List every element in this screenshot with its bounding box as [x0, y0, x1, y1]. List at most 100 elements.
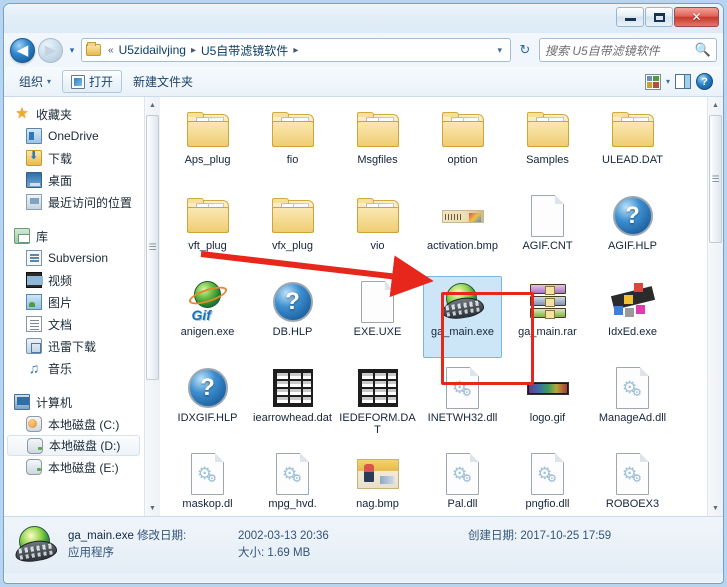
new-folder-button[interactable]: 新建文件夹 [124, 70, 202, 93]
sidebar-item-drive-e[interactable]: 本地磁盘 (E:) [4, 456, 144, 478]
file-item[interactable]: logo.gif [505, 361, 590, 447]
breadcrumb[interactable]: « U5zidailvjing ▸ U5自带滤镜软件 ▸ ▾ [81, 38, 511, 62]
file-name-label: IEDEFORM.DAT [339, 412, 416, 436]
file-item-selected[interactable]: ga_main.exe [420, 275, 505, 361]
details-row-2: 应用程序 大小: 1.69 MB [68, 545, 611, 562]
address-dropdown-icon[interactable]: ▾ [491, 45, 508, 56]
file-item[interactable]: iearrowhead.dat [250, 361, 335, 447]
open-button[interactable]: 打开 [62, 70, 123, 93]
details-row-1: ga_main.exe 修改日期: 2002-03-13 20:36 创建日期:… [68, 528, 611, 545]
sidebar-item-label: 迅雷下载 [48, 339, 97, 354]
details-file-type: 应用程序 [68, 547, 114, 559]
sidebar-group-computer[interactable]: 计算机 [4, 391, 144, 413]
file-name-label: vft_plug [188, 240, 227, 252]
file-list-scrollbar[interactable]: ▲ ☰ ▼ [707, 97, 723, 516]
file-name-label: EXE.UXE [353, 326, 402, 338]
file-item[interactable]: ⚙ ⚙ maskop.dl [165, 447, 250, 516]
view-chevron-down-icon[interactable]: ▾ [666, 77, 670, 86]
organize-button[interactable]: 组织 ▾ [10, 70, 60, 93]
change-view-icon[interactable] [644, 73, 661, 90]
file-item[interactable]: IEDEFORM.DAT [335, 361, 420, 447]
navigation-pane: ★ 收藏夹 OneDrive 下载 桌面 最近访问的位置 [4, 97, 144, 516]
sidebar-item-downloads[interactable]: 下载 [4, 147, 144, 169]
sidebar-item-xunlei[interactable]: 迅雷下载 [4, 335, 144, 357]
file-item[interactable]: vft_plug [165, 189, 250, 275]
sidebar-item-label: OneDrive [48, 129, 99, 143]
file-list[interactable]: Aps_plug fio Msgfiles option Samples ULEAD.DA… [160, 97, 707, 516]
breadcrumb-overflow[interactable]: « [105, 45, 117, 56]
maximize-button[interactable] [645, 7, 673, 27]
file-item[interactable]: ? IDXGIF.HLP [165, 361, 250, 447]
file-name-label: ULEAD.DAT [602, 154, 663, 166]
sidebar-item-label: 本地磁盘 (D:) [49, 439, 121, 453]
file-item[interactable]: ? DB.HLP [250, 275, 335, 361]
forward-button[interactable]: ▶ [38, 37, 63, 63]
refresh-button[interactable]: ↻ [514, 42, 536, 58]
scroll-up-icon[interactable]: ▲ [708, 97, 723, 113]
sidebar-group-libraries[interactable]: 库 [4, 225, 144, 247]
file-item[interactable]: AGIF.CNT [505, 189, 590, 275]
close-button[interactable]: ✕ [674, 7, 719, 27]
file-item[interactable]: fio [250, 103, 335, 189]
breadcrumb-separator-1[interactable]: ▸ [290, 45, 301, 56]
scrollbar-thumb[interactable]: ☰ [146, 115, 159, 380]
help-icon[interactable]: ? [696, 73, 713, 90]
file-item[interactable]: ? AGIF.HLP [590, 189, 675, 275]
sidebar-item-music[interactable]: ♫ 音乐 [4, 357, 144, 379]
file-item[interactable]: ⚙ ⚙ INETWH32.dll [420, 361, 505, 447]
file-item[interactable]: ⚙ ⚙ ROBOEX3 [590, 447, 675, 516]
new-folder-label: 新建文件夹 [133, 75, 194, 89]
file-item[interactable]: vfx_plug [250, 189, 335, 275]
file-name-label: Msgfiles [357, 154, 398, 166]
sidebar-item-onedrive[interactable]: OneDrive [4, 125, 144, 147]
file-item[interactable]: option [420, 103, 505, 189]
file-item[interactable]: vio [335, 189, 420, 275]
file-item[interactable]: Samples [505, 103, 590, 189]
sidebar-item-recent-places[interactable]: 最近访问的位置 [4, 191, 144, 213]
scroll-down-icon[interactable]: ▼ [145, 500, 160, 516]
file-name-label: pngfio.dll [525, 498, 570, 510]
file-item[interactable]: Gif anigen.exe [165, 275, 250, 361]
scrollbar-thumb[interactable]: ☰ [709, 115, 722, 243]
minimize-button[interactable] [616, 7, 644, 27]
sidebar-item-subversion[interactable]: Subversion [4, 247, 144, 269]
sidebar-item-drive-d[interactable]: 本地磁盘 (D:) [7, 435, 140, 456]
sidebar-item-pictures[interactable]: 图片 [4, 291, 144, 313]
sidebar-item-label: 下载 [48, 151, 73, 166]
file-item[interactable]: ga_main.rar [505, 275, 590, 361]
sidebar-item-drive-c[interactable]: 本地磁盘 (C:) [4, 413, 144, 435]
file-item[interactable]: activation.bmp [420, 189, 505, 275]
sidebar-item-videos[interactable]: 视频 [4, 269, 144, 291]
details-file-icon [13, 524, 59, 566]
folder-icon [356, 193, 400, 237]
file-item[interactable]: ⚙ ⚙ Pal.dll [420, 447, 505, 516]
history-dropdown-button[interactable]: ▾ [66, 45, 78, 56]
file-item[interactable]: ⚙ ⚙ pngfio.dll [505, 447, 590, 516]
file-item[interactable]: nag.bmp [335, 447, 420, 516]
file-item[interactable]: IdxEd.exe [590, 275, 675, 361]
sidebar-item-desktop[interactable]: 桌面 [4, 169, 144, 191]
details-size-label: 大小: [238, 547, 265, 559]
file-item[interactable]: Msgfiles [335, 103, 420, 189]
preview-pane-icon[interactable] [675, 74, 691, 89]
file-item[interactable]: ULEAD.DAT [590, 103, 675, 189]
file-name-label: Samples [526, 154, 569, 166]
sidebar-group-favorites[interactable]: ★ 收藏夹 [4, 103, 144, 125]
file-item[interactable]: EXE.UXE [335, 275, 420, 361]
scroll-down-icon[interactable]: ▼ [708, 500, 723, 516]
pictures-icon [26, 294, 42, 310]
command-bar: 组织 ▾ 打开 新建文件夹 ▾ ? [4, 67, 723, 97]
back-button[interactable]: ◀ [10, 37, 35, 63]
breadcrumb-separator-0[interactable]: ▸ [188, 45, 199, 56]
file-item[interactable]: ⚙ ⚙ mpg_hvd. [250, 447, 335, 516]
maximize-icon [653, 12, 665, 22]
file-item[interactable]: Aps_plug [165, 103, 250, 189]
file-item[interactable]: ⚙ ⚙ ManageAd.dll [590, 361, 675, 447]
navigation-pane-scrollbar[interactable]: ▲ ☰ ▼ [144, 97, 160, 516]
search-box[interactable]: 搜索 U5自带滤镜软件 🔍 [539, 38, 717, 62]
scrollbar-grip-icon: ☰ [711, 173, 720, 184]
breadcrumb-item-0[interactable]: U5zidailvjing [117, 43, 188, 57]
breadcrumb-item-1[interactable]: U5自带滤镜软件 [199, 42, 290, 59]
scroll-up-icon[interactable]: ▲ [145, 97, 160, 113]
sidebar-item-documents[interactable]: 文档 [4, 313, 144, 335]
